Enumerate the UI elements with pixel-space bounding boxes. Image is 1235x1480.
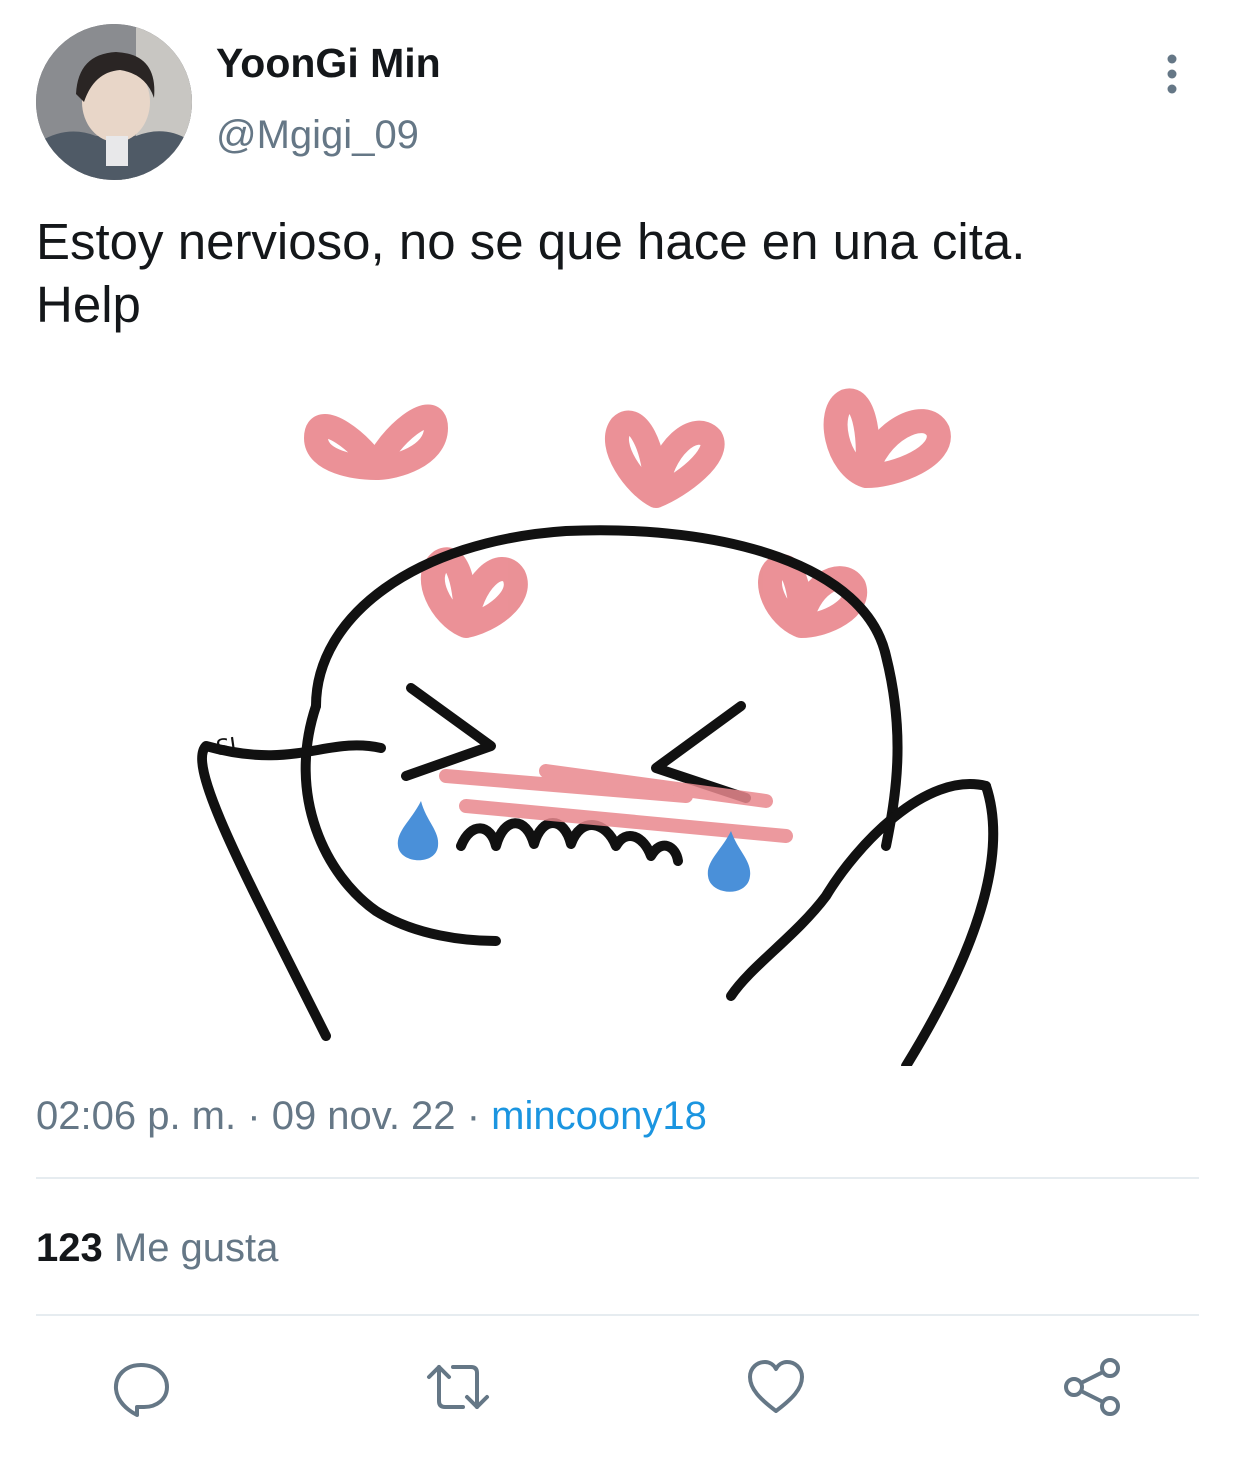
tweet-date: 09 nov. 22 <box>271 1094 456 1138</box>
teardrop-icon <box>707 831 751 892</box>
tweet-metadata: 02:06 p. m. · 09 nov. 22 · mincoony18 <box>36 1092 707 1140</box>
like-button[interactable] <box>741 1352 811 1422</box>
divider <box>36 1177 1199 1179</box>
author-handle[interactable]: @Mgigi_09 <box>216 112 419 158</box>
share-icon <box>1064 1358 1120 1416</box>
retweet-icon <box>427 1365 489 1409</box>
more-options-icon[interactable] <box>1152 54 1192 94</box>
heart-icon <box>748 1360 804 1413</box>
reply-icon <box>113 1363 169 1417</box>
separator: · <box>247 1094 261 1138</box>
author-name[interactable]: YoonGi Min <box>216 40 441 86</box>
divider <box>36 1314 1199 1316</box>
crying-blob-illustration: SL <box>197 388 999 1071</box>
heart-icon <box>304 404 448 480</box>
share-button[interactable] <box>1058 1352 1128 1422</box>
tweet-source-link[interactable]: mincoony18 <box>491 1094 707 1138</box>
heart-icon <box>823 388 951 488</box>
tweet-text: Estoy nervioso, no se que hace en una ci… <box>36 210 1206 336</box>
tweet-media-image[interactable]: SL <box>166 376 1046 1071</box>
tweet-time: 02:06 p. m. <box>36 1094 237 1138</box>
artist-signature: SL <box>215 733 245 762</box>
teardrop-icon <box>397 801 439 861</box>
separator: · <box>466 1094 481 1138</box>
heart-icon <box>605 410 725 508</box>
likes-summary[interactable]: 123 Me gusta <box>36 1224 278 1272</box>
reply-button[interactable] <box>106 1352 176 1422</box>
avatar-photo <box>36 24 192 180</box>
tweet-text-line: Help <box>36 276 141 333</box>
heart-icon <box>420 547 528 638</box>
likes-count: 123 <box>36 1226 103 1270</box>
retweet-button[interactable] <box>423 1352 493 1422</box>
author-avatar[interactable] <box>36 24 192 180</box>
likes-label: Me gusta <box>113 1226 279 1270</box>
tweet-text-line: Estoy nervioso, no se que hace en una ci… <box>36 213 1026 270</box>
